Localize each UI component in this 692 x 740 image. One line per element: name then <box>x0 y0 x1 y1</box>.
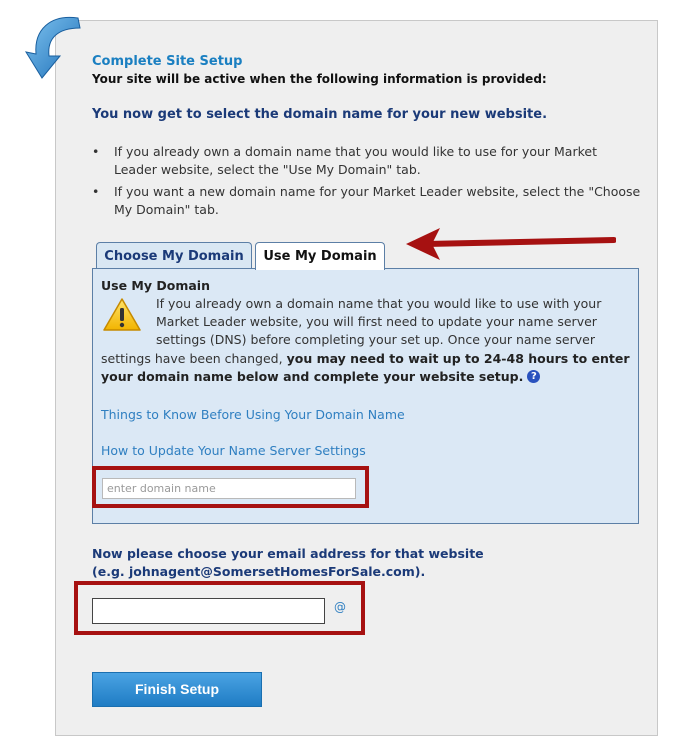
bullet: • <box>92 184 100 199</box>
page-subtitle: Your site will be active when the follow… <box>92 72 547 86</box>
at-sign-label: @ <box>334 600 346 614</box>
update-name-server-link[interactable]: How to Update Your Name Server Settings <box>101 443 366 458</box>
bullet-text: If you already own a domain name that yo… <box>114 144 597 177</box>
things-to-know-link[interactable]: Things to Know Before Using Your Domain … <box>101 407 405 422</box>
instruction-list: • If you already own a domain name that … <box>92 143 642 223</box>
red-arrow-icon <box>406 228 616 260</box>
bullet: • <box>92 144 100 159</box>
list-item: • If you want a new domain name for your… <box>92 183 642 219</box>
email-prompt: Now please choose your email address for… <box>92 545 484 581</box>
page-title: Complete Site Setup <box>92 54 243 69</box>
use-my-domain-panel: Use My Domain If you already own a domai… <box>92 268 639 524</box>
list-item: • If you already own a domain name that … <box>92 143 642 179</box>
help-icon[interactable]: ? <box>527 369 541 383</box>
email-prompt-line1: Now please choose your email address for… <box>92 546 484 561</box>
tab-use-my-domain[interactable]: Use My Domain <box>255 242 385 270</box>
finish-setup-button[interactable]: Finish Setup <box>92 672 262 707</box>
domain-name-input[interactable] <box>102 478 356 499</box>
panel-heading: Use My Domain <box>101 278 210 293</box>
panel-description: If you already own a domain name that yo… <box>101 295 631 386</box>
curved-arrow-icon <box>24 16 81 79</box>
domain-headline: You now get to select the domain name fo… <box>92 107 548 122</box>
email-prompt-line2: (e.g. johnagent@SomersetHomesForSale.com… <box>92 564 426 579</box>
email-address-input[interactable] <box>92 598 325 624</box>
bullet-text: If you want a new domain name for your M… <box>114 184 641 217</box>
tab-choose-my-domain[interactable]: Choose My Domain <box>96 242 252 269</box>
